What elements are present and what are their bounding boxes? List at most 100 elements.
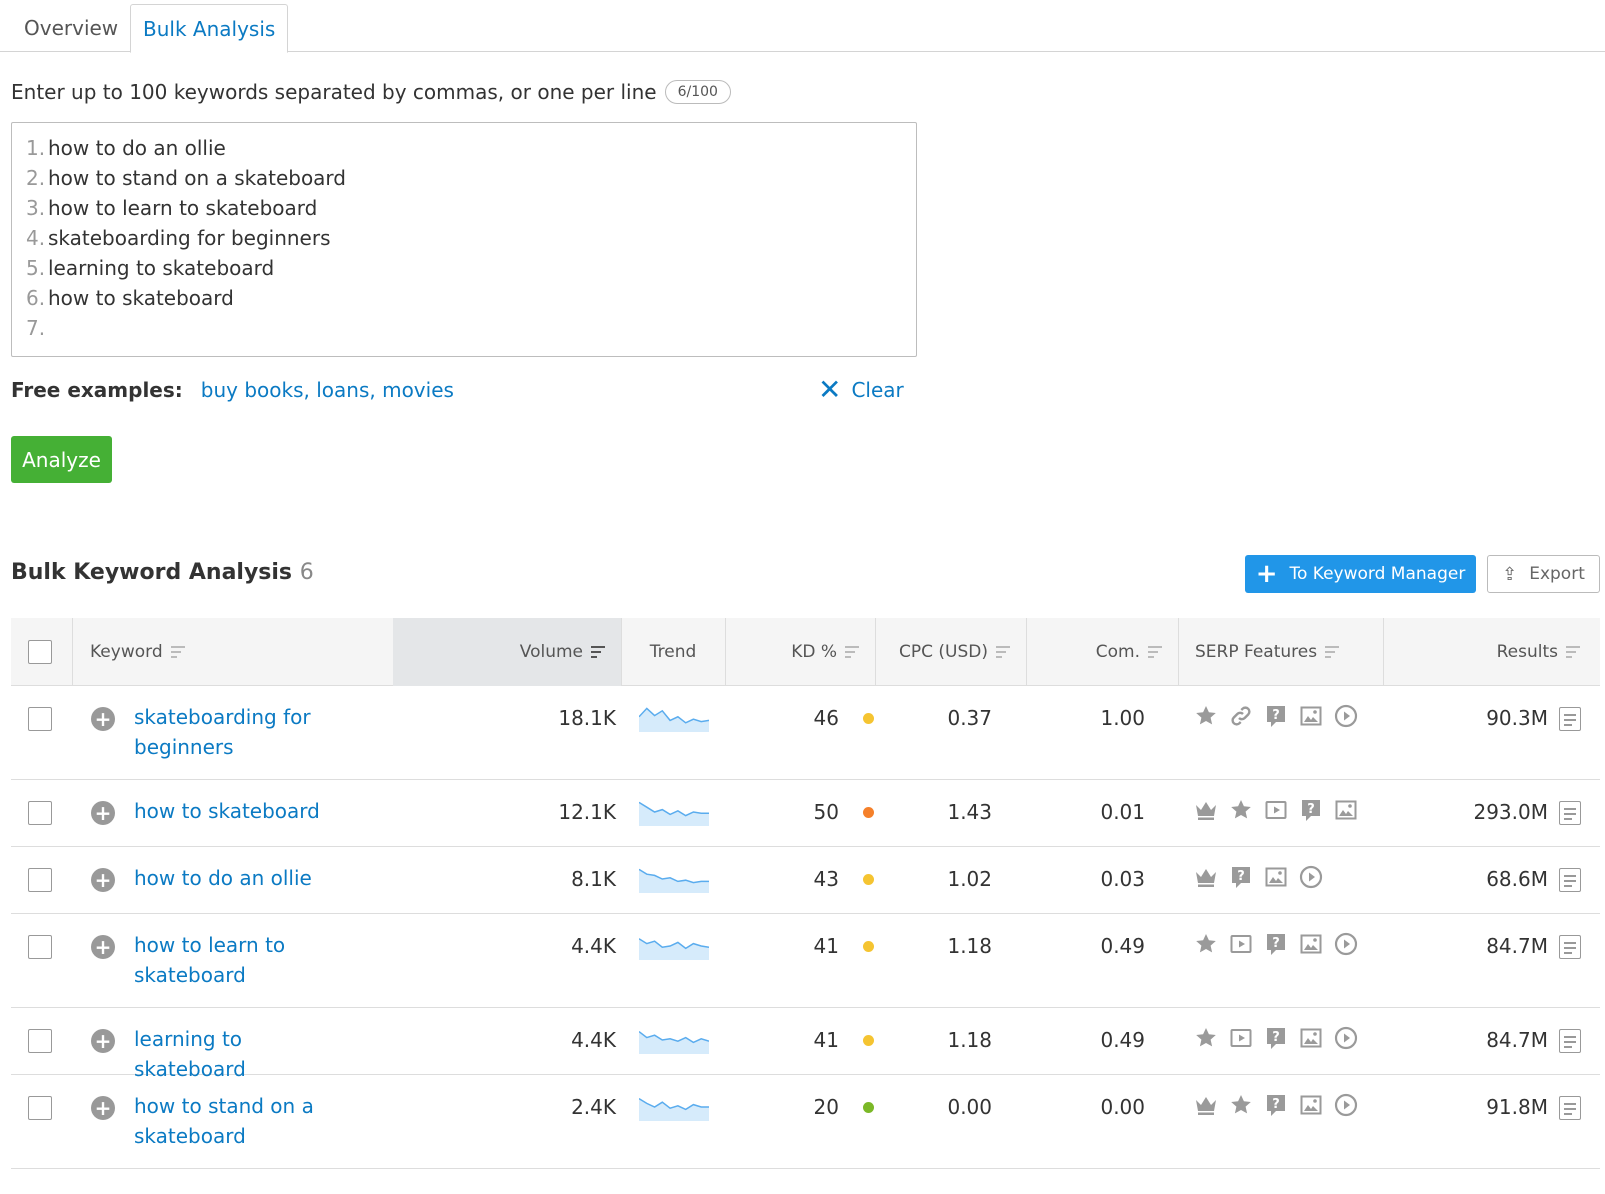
add-keyword-icon[interactable]: + [91, 801, 115, 825]
line-number: 6. [26, 286, 46, 310]
select-all-checkbox[interactable] [28, 640, 52, 664]
column-results[interactable]: Results [1383, 618, 1600, 686]
table-header: Keyword Volume Trend KD % CPC (USD) Com.… [11, 618, 1600, 686]
line-number: 1. [26, 136, 46, 160]
play-icon[interactable] [1334, 932, 1358, 956]
export-label: Export [1529, 564, 1585, 584]
clear-button[interactable]: ✕ Clear [818, 376, 904, 404]
star-icon[interactable] [1194, 704, 1218, 728]
kd-value: 41 [813, 1028, 839, 1052]
add-keyword-icon[interactable]: + [91, 1029, 115, 1053]
volume-value: 8.1K [571, 867, 616, 891]
serp-features: ? [1194, 1026, 1358, 1050]
star-icon[interactable] [1194, 1026, 1218, 1050]
crown-icon[interactable] [1194, 865, 1218, 889]
volume-value: 2.4K [571, 1095, 616, 1119]
keyword-link[interactable]: how to do an ollie [134, 863, 334, 893]
question-icon[interactable]: ? [1264, 704, 1288, 728]
add-keyword-icon[interactable]: + [91, 935, 115, 959]
free-examples-link[interactable]: buy books, loans, movies [201, 378, 454, 402]
video-icon[interactable] [1264, 798, 1288, 822]
question-icon[interactable]: ? [1299, 798, 1323, 822]
serp-snapshot-icon[interactable] [1559, 868, 1581, 892]
row-checkbox[interactable] [28, 1029, 52, 1053]
keywords-textarea[interactable]: 1. how to do an ollie 2. how to stand on a … [11, 122, 917, 357]
table-row: + skateboarding for beginners 18.1K 46 0.37 1… [11, 686, 1600, 780]
question-icon[interactable]: ? [1264, 1026, 1288, 1050]
volume-value: 4.4K [571, 1028, 616, 1052]
results-value: 84.7M [1486, 934, 1548, 958]
crown-icon[interactable] [1194, 1093, 1218, 1117]
free-examples: Free examples: buy books, loans, movies [11, 378, 454, 402]
keyword-link[interactable]: how to stand on a skateboard [134, 1091, 334, 1151]
add-keyword-icon[interactable]: + [91, 868, 115, 892]
tab-bulk-analysis[interactable]: Bulk Analysis [130, 4, 289, 53]
tab-bar: Overview Bulk Analysis [0, 0, 1605, 53]
star-icon[interactable] [1229, 798, 1253, 822]
column-com[interactable]: Com. [1026, 618, 1178, 686]
play-icon[interactable] [1334, 704, 1358, 728]
keyword-link[interactable]: how to learn to skateboard [134, 930, 334, 990]
results-value: 91.8M [1486, 1095, 1548, 1119]
kd-difficulty-dot [863, 807, 874, 818]
export-button[interactable]: ⇪ Export [1487, 555, 1600, 593]
tab-overview[interactable]: Overview [12, 4, 130, 52]
serp-snapshot-icon[interactable] [1559, 1029, 1581, 1053]
kd-value: 41 [813, 934, 839, 958]
column-serp[interactable]: SERP Features [1195, 618, 1340, 686]
video-icon[interactable] [1229, 1026, 1253, 1050]
clear-label: Clear [851, 378, 904, 402]
star-icon[interactable] [1194, 932, 1218, 956]
row-checkbox[interactable] [28, 707, 52, 731]
play-icon[interactable] [1334, 1093, 1358, 1117]
cpc-value: 0.37 [947, 706, 992, 730]
link-icon[interactable] [1229, 704, 1253, 728]
question-icon[interactable]: ? [1229, 865, 1253, 889]
results-value: 90.3M [1486, 706, 1548, 730]
row-checkbox[interactable] [28, 935, 52, 959]
cpc-value: 1.02 [947, 867, 992, 891]
line-text: how to skateboard [48, 286, 234, 310]
serp-snapshot-icon[interactable] [1559, 707, 1581, 731]
question-icon[interactable]: ? [1264, 1093, 1288, 1117]
play-icon[interactable] [1299, 865, 1323, 889]
column-kd[interactable]: KD % [725, 618, 875, 686]
serp-features: ? [1194, 1093, 1358, 1117]
results-value: 68.6M [1486, 867, 1548, 891]
add-keyword-icon[interactable]: + [91, 707, 115, 731]
play-icon[interactable] [1334, 1026, 1358, 1050]
image-icon[interactable] [1299, 704, 1323, 728]
add-keyword-icon[interactable]: + [91, 1096, 115, 1120]
column-trend-label: Trend [649, 642, 697, 662]
svg-text:?: ? [1307, 802, 1315, 817]
analyze-button[interactable]: Analyze [11, 436, 112, 483]
column-volume[interactable]: Volume [393, 618, 621, 686]
to-keyword-manager-button[interactable]: + To Keyword Manager [1245, 555, 1476, 593]
keyword-line: 5. learning to skateboard [26, 253, 916, 283]
line-number: 3. [26, 196, 46, 220]
keyword-link[interactable]: skateboarding for beginners [134, 702, 334, 762]
trend-sparkline [639, 1031, 709, 1054]
keyword-link[interactable]: how to skateboard [134, 796, 334, 826]
column-cpc[interactable]: CPC (USD) [875, 618, 1026, 686]
image-icon[interactable] [1334, 798, 1358, 822]
crown-icon[interactable] [1194, 798, 1218, 822]
serp-snapshot-icon[interactable] [1559, 1096, 1581, 1120]
table-row: + how to skateboard 12.1K 50 1.43 0.01? 293.0M [11, 780, 1600, 847]
row-checkbox[interactable] [28, 801, 52, 825]
serp-snapshot-icon[interactable] [1559, 935, 1581, 959]
sort-icon [1566, 646, 1580, 658]
serp-snapshot-icon[interactable] [1559, 801, 1581, 825]
question-icon[interactable]: ? [1264, 932, 1288, 956]
image-icon[interactable] [1299, 932, 1323, 956]
image-icon[interactable] [1299, 1026, 1323, 1050]
star-icon[interactable] [1229, 1093, 1253, 1117]
image-icon[interactable] [1299, 1093, 1323, 1117]
column-keyword[interactable]: Keyword [90, 618, 185, 686]
image-icon[interactable] [1264, 865, 1288, 889]
row-checkbox[interactable] [28, 868, 52, 892]
column-trend: Trend [621, 618, 725, 686]
row-checkbox[interactable] [28, 1096, 52, 1120]
video-icon[interactable] [1229, 932, 1253, 956]
section-title: Bulk Keyword Analysis 6 [11, 560, 314, 585]
